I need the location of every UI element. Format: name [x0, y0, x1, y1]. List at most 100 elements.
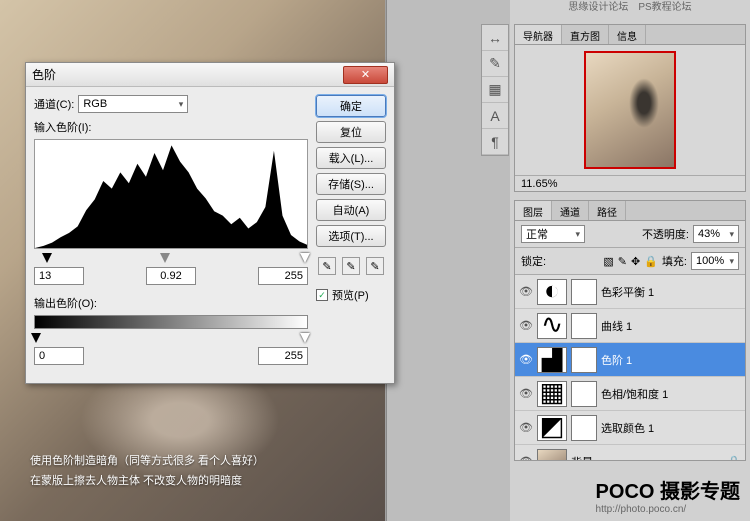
output-black-slider[interactable]: [31, 333, 41, 343]
fill-label: 填充:: [662, 253, 687, 269]
caption-line-2: 在蒙版上擦去人物主体 不改变人物的明暗度: [30, 471, 264, 491]
layer-name: 背景: [571, 454, 723, 461]
eyedropper-gray-icon[interactable]: ✎: [342, 257, 360, 275]
channel-label: 通道(C):: [34, 96, 74, 112]
levels-dialog: 色阶 ✕ 通道(C): RGB 输入色阶(I):: [25, 62, 395, 384]
layer-name: 色相/饱和度 1: [601, 386, 741, 402]
lock-move-icon[interactable]: ✥: [631, 255, 640, 268]
tab-paths[interactable]: 路径: [589, 201, 626, 220]
tab-info[interactable]: 信息: [609, 25, 646, 44]
lock-transparent-icon[interactable]: ▧: [603, 255, 613, 268]
cancel-button[interactable]: 复位: [316, 121, 386, 143]
load-button[interactable]: 载入(L)...: [316, 147, 386, 169]
white-point-slider[interactable]: [300, 253, 310, 263]
visibility-icon[interactable]: 👁: [519, 319, 533, 333]
layer-mask[interactable]: [571, 279, 597, 305]
preview-checkbox[interactable]: ✓: [316, 289, 328, 301]
channel-dropdown[interactable]: RGB: [78, 95, 188, 113]
layer-mask[interactable]: [571, 415, 597, 441]
input-slider-track[interactable]: [34, 253, 308, 265]
layers-panel: 图层 通道 路径 正常 不透明度: 43% 锁定: ▧ ✎ ✥ 🔒 填充: 10…: [514, 200, 746, 461]
layer-row-3[interactable]: 👁 ▦ 色相/饱和度 1: [515, 377, 745, 411]
logo-main: POCO 摄影专题: [596, 475, 740, 504]
layer-mask[interactable]: [571, 347, 597, 373]
layer-mask[interactable]: [571, 381, 597, 407]
layer-row-0[interactable]: 👁 ◐ 色彩平衡 1: [515, 275, 745, 309]
output-slider-track[interactable]: [34, 333, 308, 345]
tab-channels[interactable]: 通道: [552, 201, 589, 220]
fill-field[interactable]: 100%: [691, 252, 739, 270]
poco-logo: POCO 摄影专题 http://photo.poco.cn/: [596, 475, 740, 515]
caption-line-1: 使用色阶制造暗角（同等方式很多 看个人喜好）: [30, 451, 264, 471]
tool-brush-icon[interactable]: ✎: [482, 51, 508, 77]
dialog-titlebar[interactable]: 色阶 ✕: [26, 63, 394, 87]
svg-text:∿: ∿: [541, 314, 563, 338]
panels-area: 思缘设计论坛 PS教程论坛 ↔ ✎ ▦ A ¶ 导航器 直方图 信息 11.65…: [510, 0, 750, 521]
layer-name: 色彩平衡 1: [601, 284, 741, 300]
close-button[interactable]: ✕: [343, 66, 388, 84]
layer-thumb[interactable]: ◐: [537, 279, 567, 305]
layer-row-1[interactable]: 👁 ∿ 曲线 1: [515, 309, 745, 343]
input-gamma-field[interactable]: [146, 267, 196, 285]
zoom-value[interactable]: 11.65%: [521, 178, 558, 190]
svg-text:◐: ◐: [544, 280, 560, 304]
black-point-slider[interactable]: [42, 253, 52, 263]
blend-mode-dropdown[interactable]: 正常: [521, 225, 585, 243]
tab-navigator[interactable]: 导航器: [515, 25, 562, 44]
lock-paint-icon[interactable]: ✎: [618, 255, 627, 268]
input-white-field[interactable]: [258, 267, 308, 285]
tool-paragraph-icon[interactable]: ¶: [482, 129, 508, 155]
lock-all-icon[interactable]: 🔒: [644, 255, 658, 268]
tool-strip: ↔ ✎ ▦ A ¶: [481, 24, 509, 156]
svg-text:▦: ▦: [540, 382, 565, 406]
close-icon: ✕: [361, 68, 370, 81]
lock-label: 锁定:: [521, 253, 546, 269]
layer-list: 👁 ◐ 色彩平衡 1 👁 ∿ 曲线 1 👁 ▟ 色阶 1 👁 ▦ 色相/饱和度 …: [515, 275, 745, 460]
layer-thumb[interactable]: ◩: [537, 415, 567, 441]
tab-histogram[interactable]: 直方图: [562, 25, 609, 44]
layer-thumb[interactable]: ▟: [537, 347, 567, 373]
output-black-field[interactable]: [34, 347, 84, 365]
svg-text:◩: ◩: [540, 416, 565, 440]
ok-button[interactable]: 确定: [316, 95, 386, 117]
histogram: [34, 139, 308, 249]
input-levels-label: 输入色阶(I):: [34, 119, 308, 135]
visibility-icon[interactable]: 👁: [519, 353, 533, 367]
options-button[interactable]: 选项(T)...: [316, 225, 386, 247]
auto-button[interactable]: 自动(A): [316, 199, 386, 221]
save-button[interactable]: 存储(S)...: [316, 173, 386, 195]
opacity-label: 不透明度:: [642, 226, 689, 242]
histogram-chart: [35, 140, 307, 248]
layer-name: 选取颜色 1: [601, 420, 741, 436]
output-levels-label: 输出色阶(O):: [34, 295, 308, 311]
layer-mask[interactable]: [571, 313, 597, 339]
output-white-field[interactable]: [258, 347, 308, 365]
visibility-icon[interactable]: 👁: [519, 421, 533, 435]
navigator-panel: 导航器 直方图 信息 11.65%: [514, 24, 746, 192]
output-white-slider[interactable]: [300, 333, 310, 343]
layer-row-4[interactable]: 👁 ◩ 选取颜色 1: [515, 411, 745, 445]
layer-thumb[interactable]: ▦: [537, 381, 567, 407]
opacity-field[interactable]: 43%: [693, 225, 739, 243]
lock-icon: 🔒: [727, 455, 741, 460]
layer-thumb[interactable]: [537, 449, 567, 461]
visibility-icon[interactable]: 👁: [519, 387, 533, 401]
input-black-field[interactable]: [34, 267, 84, 285]
tool-type-icon[interactable]: A: [482, 103, 508, 129]
gamma-slider[interactable]: [160, 253, 170, 263]
navigator-thumbnail[interactable]: [584, 51, 676, 169]
layer-thumb[interactable]: ∿: [537, 313, 567, 339]
layer-name: 曲线 1: [601, 318, 741, 334]
eyedropper-white-icon[interactable]: ✎: [366, 257, 384, 275]
tool-swatch-icon[interactable]: ▦: [482, 77, 508, 103]
visibility-icon[interactable]: 👁: [519, 285, 533, 299]
eyedropper-black-icon[interactable]: ✎: [318, 257, 336, 275]
layer-row-2[interactable]: 👁 ▟ 色阶 1: [515, 343, 745, 377]
tool-arrow-icon[interactable]: ↔: [482, 25, 508, 51]
svg-text:▟: ▟: [541, 348, 563, 372]
tab-layers[interactable]: 图层: [515, 201, 552, 220]
logo-url: http://photo.poco.cn/: [596, 504, 740, 515]
layer-row-5[interactable]: 👁 背景 🔒: [515, 445, 745, 460]
visibility-icon[interactable]: 👁: [519, 455, 533, 461]
watermark-text: 思缘设计论坛 PS教程论坛: [568, 0, 691, 13]
